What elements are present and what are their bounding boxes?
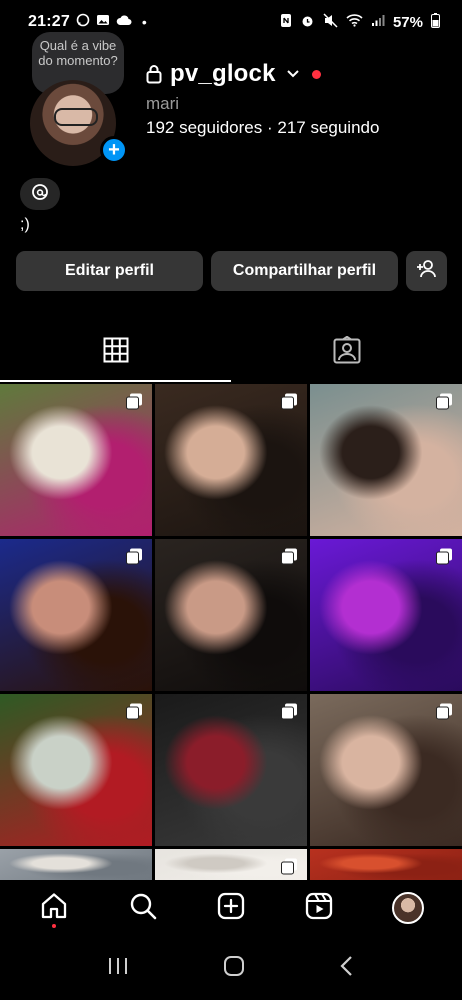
profile-avatar-small (391, 892, 424, 924)
post-thumbnail[interactable] (0, 849, 152, 881)
posts-grid (0, 384, 462, 881)
lock-icon (146, 64, 162, 84)
username[interactable]: pv_glock (170, 60, 276, 88)
grid-icon (103, 337, 129, 368)
nav-reels[interactable] (295, 884, 343, 932)
gallery-icon (96, 13, 110, 32)
profile-tabs (0, 322, 462, 382)
display-name: mari (146, 94, 180, 113)
signal-icon (371, 14, 385, 31)
carousel-icon (281, 548, 298, 565)
share-profile-button[interactable]: Compartilhar perfil (211, 251, 398, 291)
search-icon (128, 891, 158, 926)
battery-percent: 57% (392, 13, 423, 31)
post-thumbnail[interactable] (310, 539, 462, 691)
dot-icon: • (141, 14, 147, 30)
post-thumbnail[interactable] (155, 384, 307, 536)
post-thumbnail[interactable] (0, 539, 152, 691)
recents-icon[interactable] (107, 956, 129, 981)
carousel-icon (281, 858, 298, 875)
post-thumbnail[interactable] (0, 694, 152, 846)
create-post-icon (216, 891, 246, 926)
post-thumbnail[interactable] (310, 694, 462, 846)
carousel-icon (281, 393, 298, 410)
home-button-icon[interactable] (222, 954, 246, 983)
home-activity-dot (52, 924, 57, 928)
bio-text: ;) (20, 216, 30, 233)
post-thumbnail[interactable] (155, 849, 307, 881)
add-story-icon[interactable]: + (100, 136, 128, 164)
cloud-icon (116, 13, 132, 31)
battery-icon (431, 12, 440, 32)
tab-tagged[interactable] (231, 322, 462, 382)
carousel-icon (126, 393, 143, 410)
note-text: Qual é a vibe do momento? (38, 38, 118, 68)
post-thumbnail[interactable] (155, 539, 307, 691)
profile-avatar-container[interactable]: + (30, 80, 128, 166)
post-thumbnail[interactable] (310, 384, 462, 536)
discover-people-button[interactable] (406, 251, 447, 291)
follow-stats[interactable]: 192 seguidores · 217 seguindo (146, 118, 379, 138)
nav-create[interactable] (207, 884, 255, 932)
nav-home[interactable] (30, 884, 78, 932)
back-icon[interactable] (339, 955, 355, 982)
tagged-icon (333, 335, 361, 369)
threads-badge[interactable] (20, 178, 60, 210)
post-thumbnail[interactable] (155, 694, 307, 846)
carousel-icon (436, 393, 453, 410)
nfc-icon (280, 13, 292, 32)
tab-posts-grid[interactable] (0, 322, 231, 382)
add-person-icon (416, 259, 438, 284)
notification-dot (311, 69, 321, 79)
bottom-navigation (0, 880, 462, 936)
post-thumbnail[interactable] (310, 849, 462, 881)
nav-search[interactable] (119, 884, 167, 932)
carousel-icon (436, 548, 453, 565)
carousel-icon (281, 703, 298, 720)
status-time: 21:27 (28, 13, 70, 30)
nav-profile[interactable] (384, 884, 432, 932)
profile-actions: Editar perfil Compartilhar perfil (16, 251, 447, 291)
whatsapp-icon (76, 13, 90, 32)
post-thumbnail[interactable] (0, 384, 152, 536)
reels-icon (304, 891, 334, 926)
home-icon (39, 891, 69, 926)
edit-profile-button[interactable]: Editar perfil (16, 251, 203, 291)
alarm-icon (300, 13, 315, 32)
threads-icon (31, 183, 49, 206)
carousel-icon (126, 703, 143, 720)
wifi-icon (346, 13, 363, 31)
mute-icon (323, 12, 338, 32)
carousel-icon (436, 703, 453, 720)
carousel-icon (126, 548, 143, 565)
system-navigation (0, 936, 462, 1000)
username-row[interactable]: pv_glock (146, 60, 321, 88)
chevron-down-icon[interactable] (286, 66, 300, 82)
